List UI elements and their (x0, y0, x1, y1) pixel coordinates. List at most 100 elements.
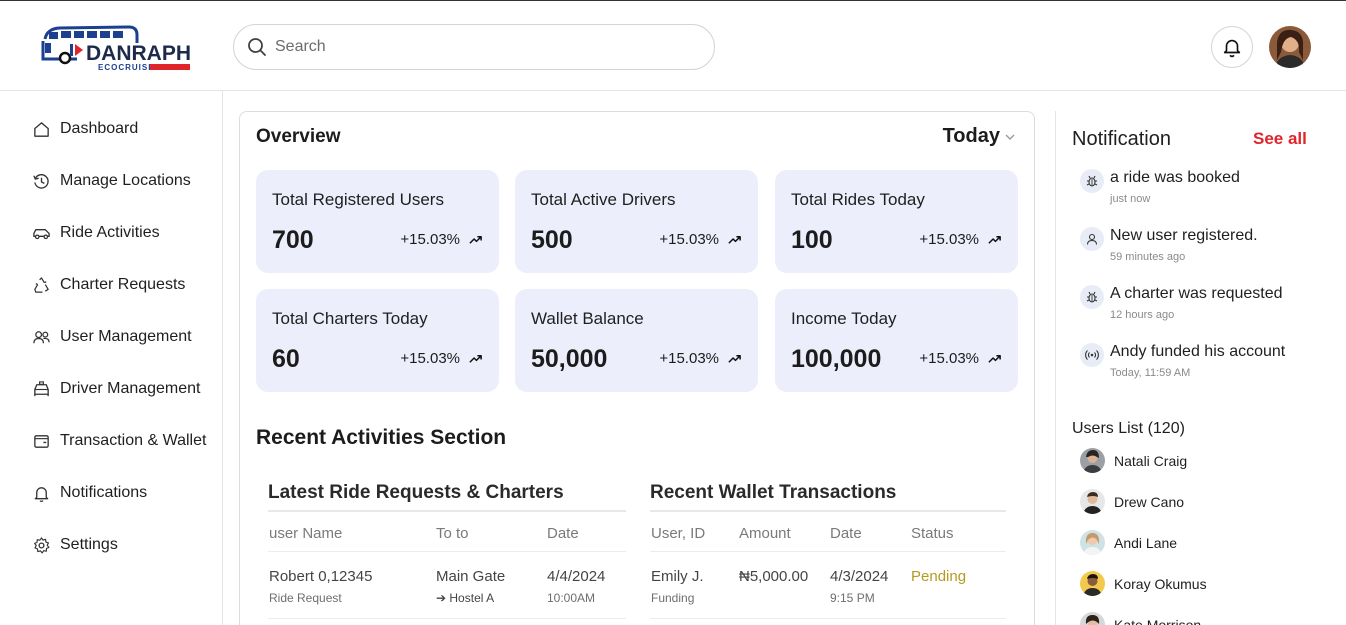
user-list-item[interactable]: Kate Morrison (1080, 612, 1201, 625)
notification-time: just now (1110, 193, 1151, 205)
notifications-title: Notification (1072, 128, 1171, 150)
sidebar-item-manage-locations[interactable]: Manage Locations (32, 169, 191, 193)
sidebar-item-label: Settings (60, 536, 118, 553)
stat-change: +15.03% (659, 231, 742, 248)
user-list-item[interactable]: Natali Craig (1080, 448, 1187, 473)
sidebar-item-label: User Management (60, 328, 192, 345)
user-name: Drew Cano (1114, 493, 1185, 510)
user-list-item[interactable]: Drew Cano (1080, 489, 1184, 514)
top-bar: DANRAPH ECOCRUISE (0, 0, 1346, 91)
column-header: User, ID (651, 525, 706, 542)
broadcast-icon (1080, 343, 1104, 367)
stat-card-charters-today[interactable]: Total Charters Today 60 +15.03% (256, 289, 499, 392)
stat-value: 100 (791, 226, 833, 254)
search-bar[interactable] (233, 24, 715, 70)
brand-name: DANRAPH (86, 42, 191, 65)
sidebar-item-notifications[interactable]: Notifications (32, 481, 147, 505)
ride-user: Robert 0,12345 (269, 568, 373, 585)
notification-time: Today, 11:59 AM (1110, 367, 1191, 379)
users-icon (33, 330, 50, 343)
notification-text[interactable]: A charter was requested (1110, 285, 1283, 303)
divider (268, 510, 626, 512)
notification-time: 59 minutes ago (1110, 251, 1186, 263)
stat-label: Total Active Drivers (531, 190, 676, 209)
profile-avatar[interactable] (1269, 26, 1311, 68)
wallet-amount: ₦5,000.00 (739, 568, 809, 585)
sidebar-item-label: Manage Locations (60, 172, 191, 189)
divider (268, 618, 626, 619)
sidebar-item-label: Charter Requests (60, 276, 186, 293)
stat-card-active-drivers[interactable]: Total Active Drivers 500 +15.03% (515, 170, 758, 273)
recent-activities-title: Recent Activities Section (256, 426, 507, 449)
wallet-user: Emily J. (651, 568, 704, 585)
bell-icon (1223, 39, 1241, 58)
stat-card-wallet-balance[interactable]: Wallet Balance 50,000 +15.03% (515, 289, 758, 392)
sidebar-item-label: Driver Management (60, 380, 201, 397)
wallet-date: 4/3/2024 (830, 568, 889, 585)
stat-card-rides-today[interactable]: Total Rides Today 100 +15.03% (775, 170, 1018, 273)
bug-icon (1080, 169, 1104, 193)
taxi-icon (34, 380, 49, 396)
column-header: Status (911, 525, 954, 542)
status-badge: Pending (911, 568, 967, 585)
sidebar-item-transaction-wallet[interactable]: Transaction & Wallet (32, 429, 206, 453)
see-all-link[interactable]: See all (1253, 129, 1307, 149)
recycle-icon (34, 276, 49, 293)
trend-up-icon (988, 354, 1001, 363)
avatar (1080, 612, 1105, 625)
users-list-title: Users List (120) (1072, 420, 1185, 437)
search-input[interactable] (275, 38, 675, 56)
wallet-time: 9:15 PM (830, 591, 875, 605)
stat-label: Total Rides Today (791, 190, 925, 209)
stat-label: Income Today (791, 309, 897, 328)
gear-icon (33, 536, 50, 553)
search-icon (248, 38, 266, 56)
car-icon (33, 228, 50, 239)
notification-bell-button[interactable] (1211, 26, 1253, 68)
user-list-item[interactable]: Andi Lane (1080, 530, 1177, 555)
stat-card-income-today[interactable]: Income Today 100,000 +15.03% (775, 289, 1018, 392)
notification-text[interactable]: New user registered. (1110, 227, 1258, 245)
notification-time: 12 hours ago (1110, 309, 1175, 321)
period-dropdown[interactable]: Today (943, 125, 1016, 148)
notification-text[interactable]: a ride was booked (1110, 169, 1240, 187)
sidebar-item-settings[interactable]: Settings (32, 533, 118, 557)
sidebar-item-ride-activities[interactable]: Ride Activities (32, 221, 160, 245)
user-name: Andi Lane (1114, 534, 1178, 551)
ride-requests-title: Latest Ride Requests & Charters (268, 482, 564, 503)
avatar (1080, 448, 1105, 473)
stat-change: +15.03% (919, 231, 1002, 248)
ride-to: ➔ Hostel A (436, 591, 495, 605)
trend-up-icon (988, 235, 1001, 244)
wallet-icon (34, 434, 49, 448)
brand-logo[interactable]: DANRAPH ECOCRUISE (41, 25, 193, 73)
avatar (1080, 489, 1105, 514)
sidebar-item-label: Dashboard (60, 120, 139, 137)
stat-label: Wallet Balance (531, 309, 644, 328)
user-name: Natali Craig (1114, 452, 1188, 469)
ride-date: 4/4/2024 (547, 568, 606, 585)
divider (650, 618, 1006, 619)
sidebar-item-user-management[interactable]: User Management (32, 325, 192, 349)
wallet-kind: Funding (651, 591, 695, 605)
chevron-down-icon (1005, 134, 1015, 140)
stat-label: Total Registered Users (272, 190, 444, 209)
brand-tagline: ECOCRUISE (98, 63, 155, 72)
notification-text[interactable]: Andy funded his account (1110, 343, 1285, 361)
column-header: Date (830, 525, 862, 542)
history-icon (33, 173, 49, 189)
sidebar: Dashboard Manage Locations Ride Activiti… (0, 91, 223, 625)
trend-up-icon (469, 235, 482, 244)
stat-change: +15.03% (400, 231, 483, 248)
sidebar-item-dashboard[interactable]: Dashboard (32, 117, 138, 141)
stat-change: +15.03% (400, 350, 483, 367)
avatar (1080, 530, 1105, 555)
sidebar-item-charter-requests[interactable]: Charter Requests (32, 273, 185, 297)
avatar (1080, 571, 1105, 596)
period-label: Today (942, 125, 1000, 147)
stat-card-registered-users[interactable]: Total Registered Users 700 +15.03% (256, 170, 499, 273)
user-list-item[interactable]: Koray Okumus (1080, 571, 1207, 596)
stat-value: 100,000 (791, 345, 882, 373)
user-icon (1080, 227, 1104, 251)
sidebar-item-driver-management[interactable]: Driver Management (32, 377, 201, 401)
